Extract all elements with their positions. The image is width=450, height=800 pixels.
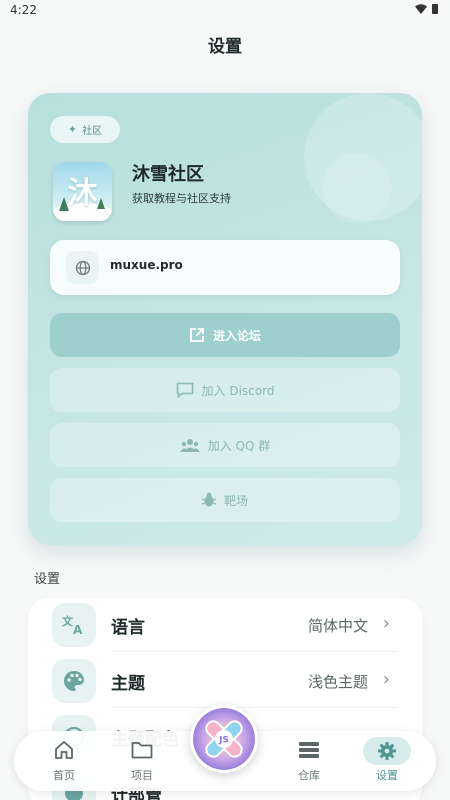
translate-icon: 文A xyxy=(52,603,96,647)
community-name: 沐雪社区 xyxy=(132,164,204,185)
website-link[interactable]: muxue.pro xyxy=(50,240,400,295)
nav-item-project[interactable]: 项目 xyxy=(112,737,172,787)
settings-item-value: 浅色主题 xyxy=(307,673,368,691)
sparkle-icon: ✦ xyxy=(67,123,78,136)
settings-item-label: 语言 xyxy=(111,618,145,638)
settings-item-value: 简体中文 xyxy=(307,617,368,635)
nav-item-home[interactable]: 首页 xyxy=(34,737,94,787)
status-icons xyxy=(415,4,438,14)
globe-icon xyxy=(66,251,99,284)
join-qq-button[interactable]: 加入 QQ 群 xyxy=(50,423,400,467)
join-discord-label: 加入 Discord xyxy=(201,383,275,398)
status-time: 4:22 xyxy=(10,3,37,17)
range-button[interactable]: 靶场 xyxy=(50,478,400,522)
app-center-logo: JS xyxy=(193,708,255,770)
community-description: 获取教程与社区支持 xyxy=(132,192,231,205)
battery-icon xyxy=(432,4,438,14)
settings-item-language[interactable]: 文A 语言 简体中文 › xyxy=(28,598,422,652)
community-badge-label: 社区 xyxy=(82,126,103,137)
storage-icon xyxy=(295,737,323,763)
center-app-button[interactable]: JS xyxy=(190,705,258,773)
group-icon xyxy=(179,439,200,452)
nav-label: 设置 xyxy=(376,769,398,782)
svg-text:JS: JS xyxy=(218,736,229,746)
folder-icon xyxy=(128,737,156,763)
community-badge: ✦ 社区 xyxy=(50,116,120,143)
website-url: muxue.pro xyxy=(110,258,183,272)
wifi-icon xyxy=(415,4,427,14)
nav-label: 首页 xyxy=(53,769,75,782)
chevron-right-icon: › xyxy=(382,669,390,690)
decorative-circle xyxy=(322,153,392,223)
enter-forum-button[interactable]: 进入论坛 xyxy=(50,313,400,357)
enter-forum-label: 进入论坛 xyxy=(212,328,261,343)
join-discord-button[interactable]: 加入 Discord xyxy=(50,368,400,412)
app-logo: 沐 xyxy=(53,162,112,221)
nav-label: 仓库 xyxy=(298,769,320,782)
range-label: 靶场 xyxy=(223,493,248,508)
status-bar: 4:22 xyxy=(0,0,450,22)
external-link-icon xyxy=(190,328,204,342)
settings-section-label: 设置 xyxy=(34,572,61,587)
settings-item-label: 主题 xyxy=(111,674,145,694)
bug-icon xyxy=(201,492,216,507)
svg-text:A: A xyxy=(73,623,83,636)
nav-item-repository[interactable]: 仓库 xyxy=(279,737,339,787)
gear-icon xyxy=(363,737,411,765)
page-title: 设置 xyxy=(208,37,242,57)
home-icon xyxy=(50,737,78,763)
chevron-right-icon: › xyxy=(382,613,390,634)
palette-icon xyxy=(52,659,96,703)
join-qq-label: 加入 QQ 群 xyxy=(207,438,271,453)
settings-item-theme[interactable]: 主题 浅色主题 › xyxy=(28,654,422,708)
logo-char: 沐 xyxy=(67,176,98,211)
nav-label: 项目 xyxy=(131,769,153,782)
nav-item-settings[interactable]: 设置 xyxy=(357,737,417,787)
community-card: ✦ 社区 沐 沐雪社区 获取教程与社区支持 muxue.pro 进入论坛 加入 … xyxy=(28,93,422,545)
chat-icon xyxy=(176,382,193,398)
